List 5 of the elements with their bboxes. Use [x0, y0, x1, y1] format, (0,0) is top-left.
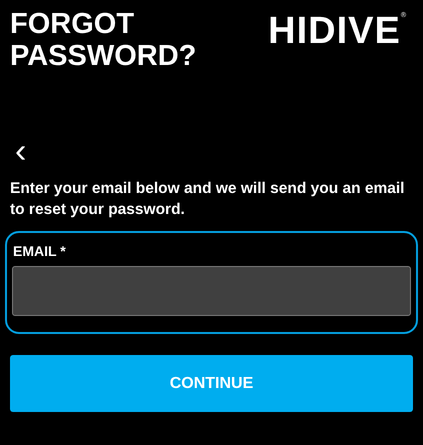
page-title: FORGOT PASSWORD?	[10, 8, 198, 72]
email-label: EMAIL *	[13, 242, 67, 261]
back-button[interactable]: ‹	[12, 138, 30, 164]
email-field[interactable]	[12, 266, 411, 316]
instructions-text: Enter your email below and we will send you an email to reset your password.	[10, 179, 406, 220]
